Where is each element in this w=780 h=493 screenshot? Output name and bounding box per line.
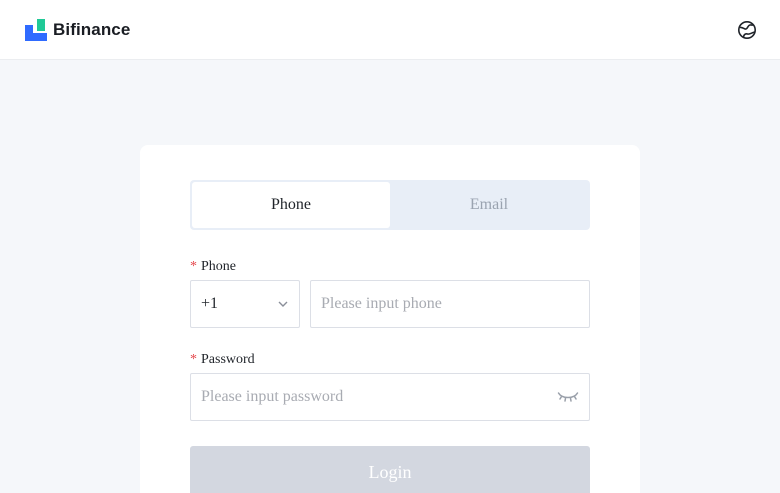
password-label: * Password <box>190 352 255 368</box>
password-label-text: Password <box>201 352 255 367</box>
top-header: Bifinance <box>0 0 780 60</box>
phone-label: * Phone <box>190 259 236 275</box>
required-marker: * <box>190 352 197 367</box>
tab-email[interactable]: Email <box>390 182 588 228</box>
login-button[interactable]: Login <box>190 446 590 493</box>
brand-name: Bifinance <box>53 20 131 39</box>
tab-phone[interactable]: Phone <box>192 182 390 228</box>
globe-icon[interactable] <box>737 20 757 40</box>
login-card: Phone Email * Phone +1 * Password Login <box>140 145 640 493</box>
bifinance-logo-icon <box>25 19 47 41</box>
phone-input[interactable] <box>321 295 579 313</box>
eye-closed-icon[interactable] <box>557 390 579 404</box>
brand-logo[interactable]: Bifinance <box>25 19 130 41</box>
chevron-down-icon <box>278 301 288 307</box>
login-method-tabs: Phone Email <box>190 180 590 230</box>
phone-input-wrapper <box>310 280 590 328</box>
password-input[interactable] <box>201 388 557 406</box>
required-marker: * <box>190 259 197 274</box>
phone-label-text: Phone <box>201 259 236 274</box>
password-input-wrapper <box>190 373 590 421</box>
country-code-select[interactable]: +1 <box>190 280 300 328</box>
country-code-value: +1 <box>201 295 219 312</box>
